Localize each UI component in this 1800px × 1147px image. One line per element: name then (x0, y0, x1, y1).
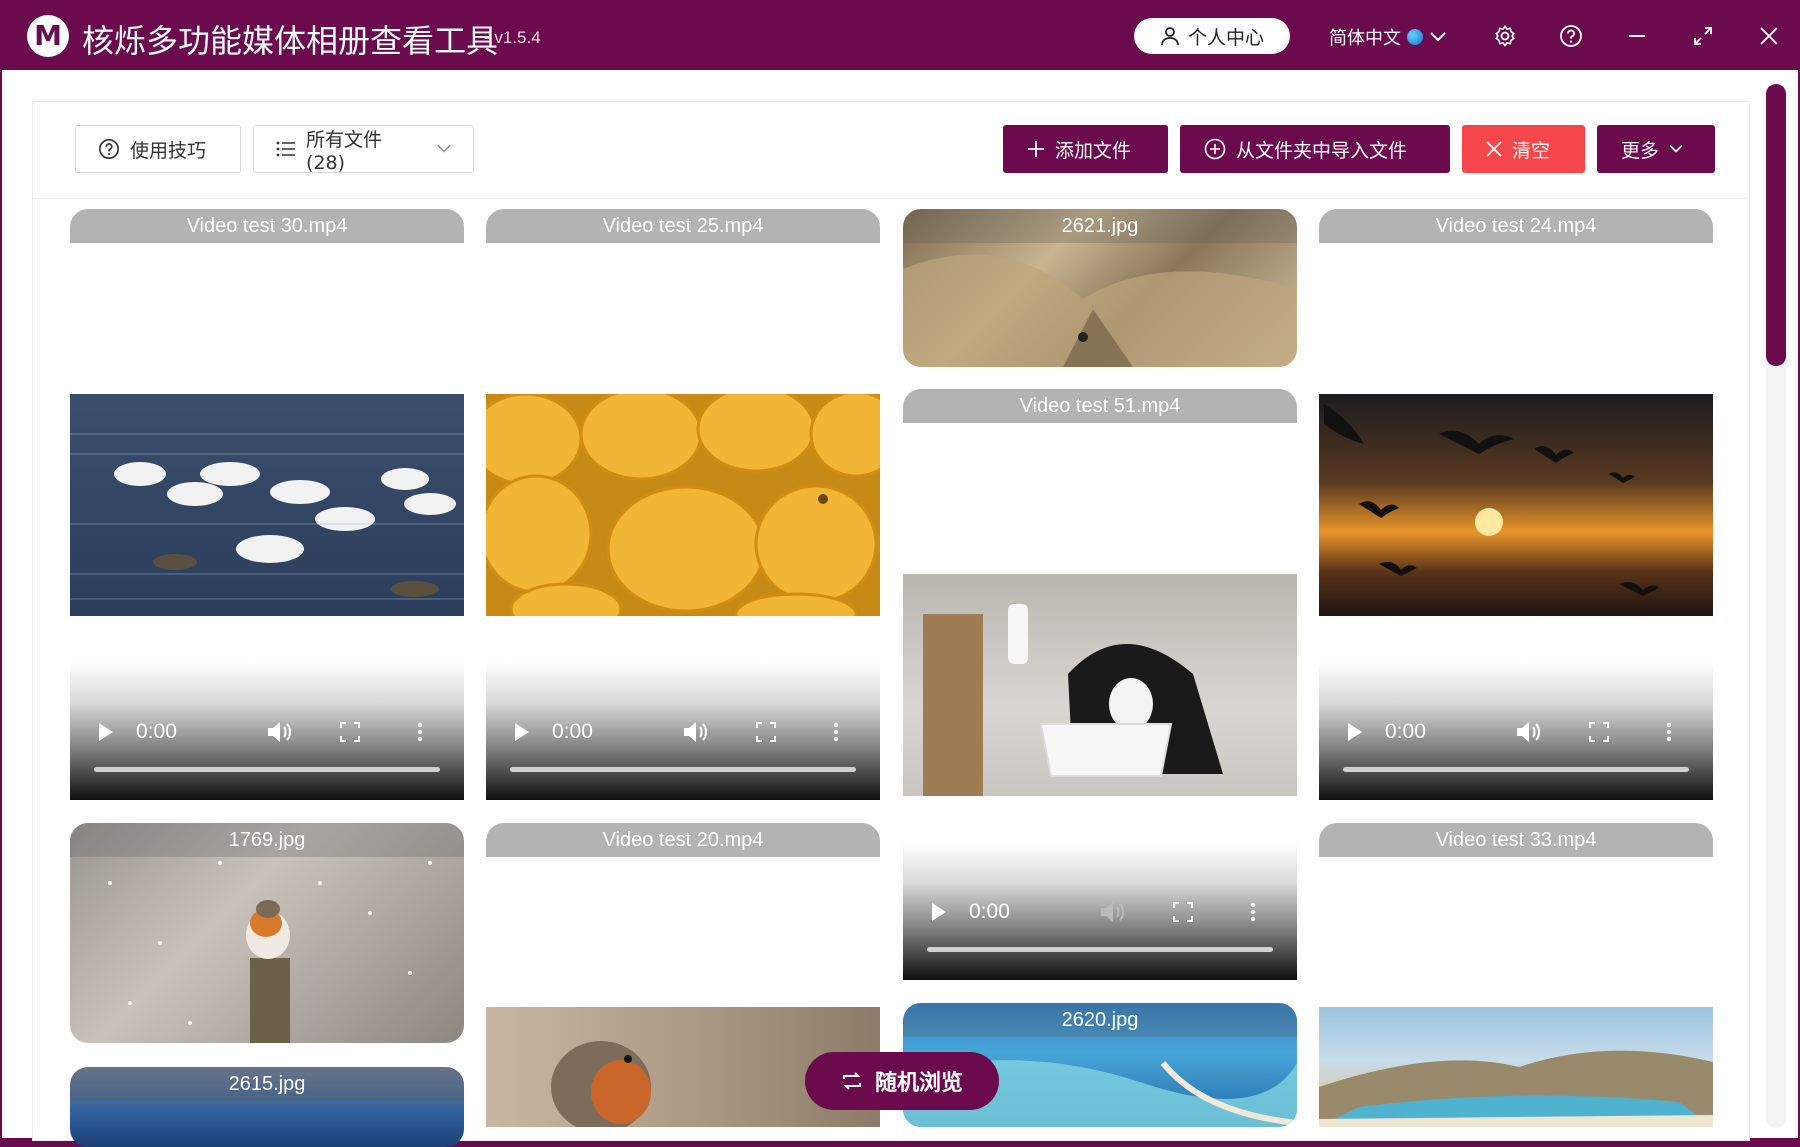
add-file-label: 添加文件 (1055, 139, 1132, 162)
chevron-down-icon (437, 144, 451, 153)
list-icon (276, 141, 295, 157)
dog-bowl-image (923, 604, 1223, 796)
gear-icon (1495, 25, 1515, 47)
title-bar: M 核烁多功能媒体相册查看工具 - v1.5.4 个人中心 简体中文 (2, 2, 1798, 70)
fullscreen-icon[interactable] (1163, 902, 1203, 922)
volume-icon[interactable] (676, 721, 716, 743)
video-progress-bar[interactable] (94, 767, 440, 772)
beach-image (1319, 1050, 1713, 1127)
random-browse-button[interactable]: 随机浏览 (805, 1052, 999, 1110)
app-title: 核烁多功能媒体相册查看工具 (82, 22, 499, 60)
video-player[interactable]: 0:00 (486, 662, 880, 800)
media-card-title[interactable]: Video test 20.mp4 (486, 823, 880, 857)
media-thumbnail[interactable] (1319, 1007, 1713, 1127)
media-card-title: 1769.jpg (70, 823, 464, 857)
user-center-label: 个人中心 (1187, 26, 1264, 49)
chevron-down-icon (1430, 32, 1446, 42)
settings-button[interactable] (1489, 20, 1521, 52)
video-progress-bar[interactable] (1343, 767, 1689, 772)
more-vertical-icon[interactable] (400, 722, 440, 742)
user-center-button[interactable]: 个人中心 (1134, 18, 1290, 54)
add-file-button[interactable]: 添加文件 (1003, 125, 1168, 173)
fullscreen-icon[interactable] (330, 722, 370, 742)
minimize-button[interactable] (1621, 20, 1653, 52)
video-progress-bar[interactable] (510, 767, 856, 772)
lemons-image (486, 394, 880, 616)
video-time: 0:00 (552, 720, 593, 743)
minimize-icon (1629, 35, 1645, 37)
video-player[interactable]: 0:00 (903, 842, 1297, 980)
help-icon (1560, 25, 1582, 47)
file-filter-dropdown[interactable]: 所有文件 (28) (253, 125, 474, 174)
app-logo: M (27, 15, 69, 57)
media-card[interactable]: 1769.jpg (70, 823, 464, 1043)
media-card-title[interactable]: Video test 25.mp4 (486, 209, 880, 243)
more-dropdown[interactable]: 更多 (1597, 125, 1715, 173)
file-filter-label: 所有文件 (28) (306, 128, 383, 174)
scrollbar-thumb[interactable] (1766, 84, 1786, 366)
swans-image (70, 433, 464, 600)
video-progress-bar[interactable] (927, 947, 1273, 952)
media-card-title: 2621.jpg (903, 209, 1297, 243)
play-icon[interactable] (931, 902, 947, 922)
import-folder-button[interactable]: 从文件夹中导入文件 (1180, 125, 1450, 173)
shuffle-icon (842, 1072, 861, 1090)
clear-button[interactable]: 清空 (1462, 125, 1585, 173)
media-card-title[interactable]: Video test 24.mp4 (1319, 209, 1713, 243)
fullscreen-icon[interactable] (1579, 722, 1619, 742)
import-folder-label: 从文件夹中导入文件 (1236, 139, 1408, 162)
random-browse-label: 随机浏览 (874, 1071, 963, 1096)
help-button[interactable] (1555, 20, 1587, 52)
media-card-title: 2620.jpg (903, 1003, 1297, 1037)
volume-icon[interactable] (1093, 901, 1133, 923)
play-icon[interactable] (1347, 722, 1363, 742)
more-vertical-icon[interactable] (1233, 902, 1273, 922)
media-card[interactable]: 2621.jpg (903, 209, 1297, 367)
user-icon (1161, 27, 1179, 46)
media-card-title[interactable]: Video test 51.mp4 (903, 389, 1297, 423)
media-thumbnail[interactable] (903, 574, 1297, 796)
tips-button[interactable]: 使用技巧 (75, 125, 241, 173)
media-card[interactable]: 2615.jpg (70, 1067, 464, 1147)
more-vertical-icon[interactable] (1649, 722, 1689, 742)
plus-icon (1028, 141, 1044, 157)
media-card-title[interactable]: Video test 33.mp4 (1319, 823, 1713, 857)
maximize-button[interactable] (1687, 20, 1719, 52)
more-label: 更多 (1621, 139, 1660, 162)
volume-icon[interactable] (1509, 721, 1549, 743)
tips-label: 使用技巧 (130, 139, 207, 162)
app-version: - v1.5.4 (484, 28, 541, 47)
media-thumbnail[interactable] (1319, 394, 1713, 616)
media-card-title: 2615.jpg (70, 1067, 464, 1101)
maximize-icon (1694, 27, 1712, 45)
sunset-birds-image (1324, 404, 1659, 596)
video-time: 0:00 (1385, 720, 1426, 743)
media-card-title[interactable]: Video test 30.mp4 (70, 209, 464, 243)
app-window: M 核烁多功能媒体相册查看工具 - v1.5.4 个人中心 简体中文 使用技巧 … (0, 0, 1800, 1147)
language-selector[interactable]: 简体中文 (1329, 24, 1447, 50)
close-icon (1760, 27, 1778, 45)
fullscreen-icon[interactable] (746, 722, 786, 742)
video-time: 0:00 (136, 720, 177, 743)
close-icon (1486, 141, 1502, 157)
video-player[interactable]: 0:00 (1319, 662, 1713, 800)
media-thumbnail[interactable] (70, 394, 464, 616)
globe-icon (1407, 29, 1423, 45)
volume-icon[interactable] (260, 721, 300, 743)
plus-circle-icon (1204, 138, 1226, 160)
video-time: 0:00 (969, 900, 1010, 923)
video-player[interactable]: 0:00 (70, 662, 464, 800)
play-icon[interactable] (98, 722, 114, 742)
toolbar-divider (32, 198, 1750, 199)
more-vertical-icon[interactable] (816, 722, 856, 742)
play-icon[interactable] (514, 722, 530, 742)
language-label: 简体中文 (1329, 28, 1401, 49)
close-button[interactable] (1753, 20, 1785, 52)
help-icon (99, 139, 119, 159)
clear-label: 清空 (1512, 139, 1551, 162)
media-thumbnail[interactable] (486, 394, 880, 616)
chevron-down-icon (1669, 144, 1683, 153)
